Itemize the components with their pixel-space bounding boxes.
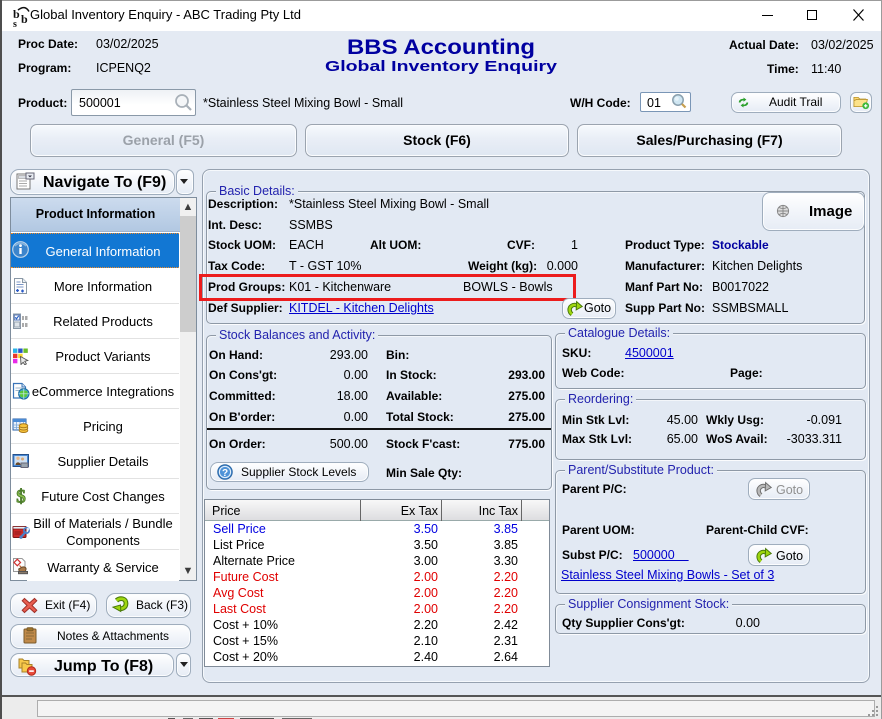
svg-text:s: s	[13, 19, 17, 28]
svg-text:$: $	[16, 487, 26, 505]
svg-text:?: ?	[222, 468, 228, 479]
svg-text:b: b	[21, 12, 28, 26]
